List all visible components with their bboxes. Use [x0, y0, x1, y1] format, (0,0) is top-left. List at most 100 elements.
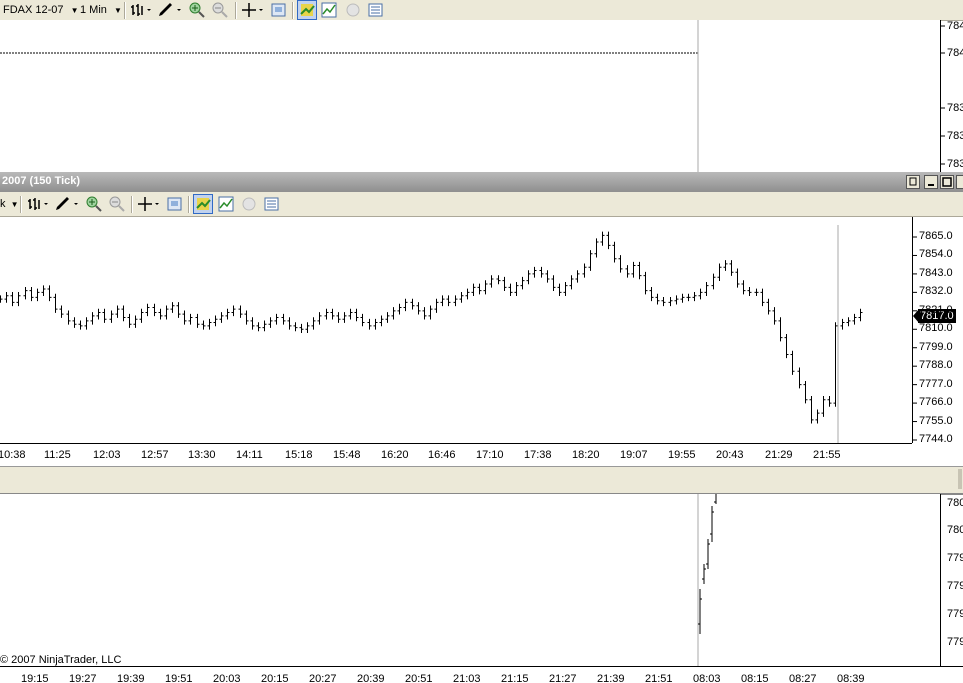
ohlc-bar	[612, 241, 617, 263]
ohlc-bar	[655, 293, 660, 305]
ohlc-bar	[784, 333, 789, 359]
toolbar-separator	[235, 2, 237, 19]
data-box-icon[interactable]	[264, 196, 280, 212]
top-toolbar: FDAX 12-07 ▼ 1 Min ▼	[0, 0, 963, 21]
ohlc-bar	[840, 318, 845, 330]
instrument-selector[interactable]: k ▼	[0, 196, 18, 212]
restore-icon[interactable]	[906, 175, 920, 189]
middle-price-panel[interactable]	[0, 217, 912, 443]
time-tick-label: 20:43	[716, 449, 744, 461]
ohlc-bar	[342, 312, 347, 323]
ohlc-bar	[809, 396, 814, 424]
ohlc-bar	[422, 307, 427, 320]
ohlc-bar	[391, 307, 396, 320]
zoom-in-icon[interactable]	[189, 2, 205, 18]
price-bars	[698, 494, 717, 634]
ohlc-bar	[526, 270, 531, 285]
ohlc-bar	[195, 313, 200, 328]
minimize-icon[interactable]	[924, 175, 938, 189]
chevron-down-icon: ▼	[70, 6, 79, 15]
ohlc-bar	[317, 312, 322, 325]
ohlc-bar	[711, 273, 716, 290]
close-icon[interactable]	[956, 175, 963, 189]
disabled-circle-icon[interactable]	[345, 2, 361, 18]
ohlc-bar	[238, 305, 243, 318]
strategy-icon[interactable]	[193, 194, 213, 214]
bottom-chart-svg	[697, 494, 717, 666]
ohlc-bar	[373, 318, 378, 330]
crosshair-icon[interactable]	[241, 2, 263, 18]
interval-selector[interactable]: 1 Min ▼	[80, 2, 122, 18]
ohlc-bar	[10, 292, 15, 307]
ohlc-bar	[588, 250, 593, 271]
disabled-circle-icon[interactable]	[241, 196, 257, 212]
ohlc-bar	[41, 285, 46, 297]
ohlc-bar	[244, 310, 249, 325]
time-tick-label: 16:46	[428, 449, 456, 461]
ohlc-bar	[600, 231, 605, 246]
drawing-tool-icon[interactable]	[54, 196, 78, 212]
indicator-icon[interactable]	[218, 196, 234, 212]
window-title: 2007 (150 Tick)	[2, 175, 81, 187]
middle-price-axis[interactable]: 7817.0 7865.0 7854.0 7843.0 7832.0 7821.0 781…	[912, 217, 963, 445]
ohlc-bar	[729, 260, 734, 276]
zoom-out-icon[interactable]	[109, 196, 125, 212]
strategy-icon[interactable]	[297, 0, 317, 20]
price-tick-label: 7854.0	[919, 248, 953, 261]
ohlc-bar	[336, 312, 341, 323]
properties-icon[interactable]	[167, 196, 183, 212]
top-price-panel[interactable]	[0, 20, 940, 172]
ohlc-bar	[385, 312, 390, 323]
ohlc-bar	[78, 320, 83, 330]
bottom-time-axis[interactable]: 19:15 19:27 19:39 19:51 20:03 20:15 20:27 20:39…	[0, 666, 963, 683]
time-tick-label: 21:29	[765, 449, 793, 461]
ohlc-bar	[735, 268, 740, 288]
maximize-icon[interactable]	[940, 175, 954, 189]
crosshair-icon[interactable]	[137, 196, 159, 212]
ohlc-bar	[686, 293, 691, 302]
indicator-icon[interactable]	[321, 2, 337, 18]
bar-type-icon[interactable]	[27, 196, 48, 212]
ohlc-bar	[397, 303, 402, 315]
bottom-price-axis[interactable]: 780 780 779 779 779 779	[940, 494, 963, 666]
ohlc-bar	[446, 295, 451, 307]
ohlc-bar	[66, 310, 71, 325]
instrument-label: FDAX 12-07	[3, 4, 64, 16]
ohlc-bar	[827, 396, 832, 407]
zoom-in-icon[interactable]	[86, 196, 102, 212]
ohlc-bar	[575, 270, 580, 283]
ohlc-bar	[760, 288, 765, 307]
toolbar-separator	[131, 196, 133, 213]
price-tick-label: 7799.0	[919, 340, 953, 353]
ohlc-bar	[539, 266, 544, 278]
drawing-tool-icon[interactable]	[157, 2, 181, 18]
price-tick-label: 7766.0	[919, 396, 953, 409]
ohlc-bar	[434, 298, 439, 313]
time-tick-label: 11:25	[44, 449, 71, 461]
instrument-selector[interactable]: FDAX 12-07 ▼	[3, 2, 79, 18]
ohlc-bar	[674, 295, 679, 305]
price-tick-label: 7755.0	[919, 414, 953, 427]
zoom-out-icon[interactable]	[212, 2, 228, 18]
data-box-icon[interactable]	[368, 2, 384, 18]
ohlc-bar	[778, 317, 783, 342]
bar-type-icon[interactable]	[130, 2, 151, 18]
ohlc-bar	[281, 313, 286, 325]
ohlc-bar	[84, 317, 89, 330]
chart-window-titlebar[interactable]: 2007 (150 Tick)	[0, 172, 963, 192]
ohlc-bar	[47, 285, 52, 302]
bottom-price-panel[interactable]: © 2007 NinjaTrader, LLC	[0, 494, 940, 666]
ohlc-bar	[0, 295, 3, 303]
top-price-axis[interactable]: 784 784 783 783 783	[940, 20, 963, 172]
price-tick-label: 7832.0	[919, 285, 953, 298]
price-tick-label: 7788.0	[919, 359, 953, 372]
window-splitter[interactable]	[0, 466, 963, 495]
ohlc-bar	[637, 261, 642, 280]
time-tick-label: 12:57	[141, 449, 169, 461]
middle-time-axis[interactable]: 10:38 11:25 12:03 12:57 13:30 14:11 15:18 15:48…	[0, 443, 912, 467]
ohlc-bar	[797, 367, 802, 389]
ohlc-bar	[115, 305, 120, 318]
ohlc-bar	[305, 322, 310, 333]
properties-icon[interactable]	[271, 2, 287, 18]
ohlc-bar	[53, 293, 58, 313]
